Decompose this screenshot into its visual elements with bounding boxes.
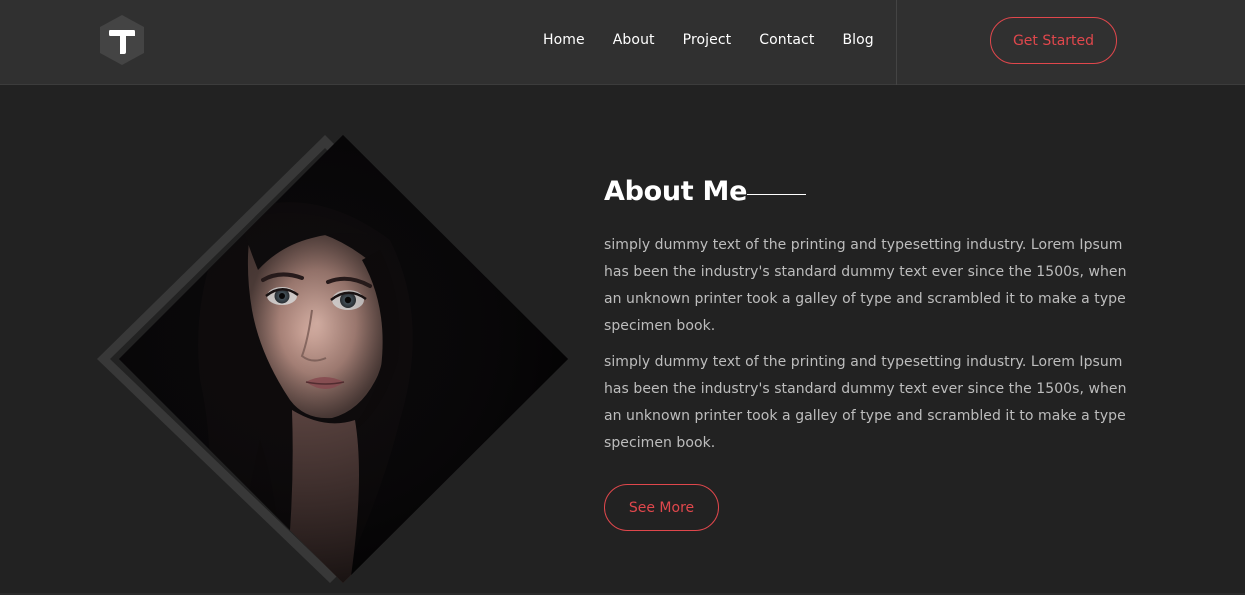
- get-started-button[interactable]: Get Started: [990, 17, 1117, 64]
- about-paragraph-1: simply dummy text of the printing and ty…: [604, 237, 1127, 334]
- nav-project-link[interactable]: Project: [683, 33, 732, 47]
- main-nav: Home About Project Contact Blog: [528, 0, 902, 85]
- portrait-photo-image: [119, 135, 568, 583]
- nav-contact-link[interactable]: Contact: [759, 33, 814, 47]
- profile-photo-frame: [80, 120, 580, 595]
- page-title: About Me: [604, 176, 748, 207]
- logo-icon[interactable]: T: [97, 14, 147, 66]
- site-header: T Home About Project Contact Blog Get St…: [0, 0, 1245, 85]
- title-underline: [747, 194, 807, 195]
- nav-about-link[interactable]: About: [613, 33, 655, 47]
- see-more-button[interactable]: See More: [604, 484, 719, 531]
- about-paragraph-2: simply dummy text of the printing and ty…: [604, 354, 1127, 451]
- nav-blog-link[interactable]: Blog: [842, 33, 873, 47]
- nav-home-link[interactable]: Home: [543, 33, 585, 47]
- header-divider: [896, 0, 897, 85]
- about-heading: About Me: [604, 176, 807, 207]
